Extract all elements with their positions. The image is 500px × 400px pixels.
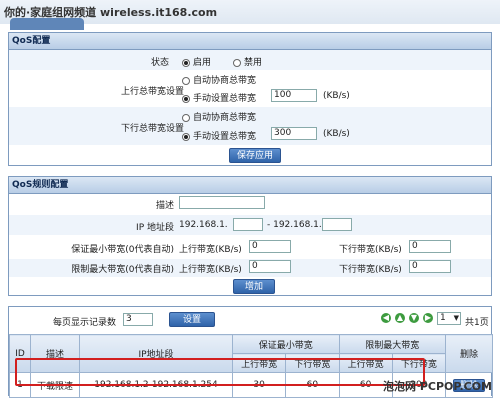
max-bandwidth-label: 限制最大带宽(0代表自动) — [71, 265, 174, 275]
footer-watermark: 泡泡网 PCPOP.COM — [383, 380, 492, 393]
min-down-label: 下行带宽(KB/s) — [339, 245, 402, 255]
per-page-input[interactable]: 3 — [123, 313, 153, 326]
downstream-unit: (KB/s) — [323, 129, 350, 139]
upstream-row: 上行总带宽设置 自动协商总带宽 手动设置总带宽 100 (KB/s) — [9, 71, 491, 105]
set-button[interactable]: 设置 — [169, 312, 215, 327]
col-del: 删除 — [445, 334, 493, 373]
upstream-bandwidth-input[interactable]: 100 — [271, 89, 317, 102]
ip-start-input[interactable] — [233, 218, 263, 231]
downstream-manual-option[interactable]: 手动设置总带宽 — [182, 129, 256, 142]
max-up-label: 上行带宽(KB/s) — [179, 265, 242, 275]
max-bandwidth-row: 限制最大带宽(0代表自动) 上行带宽(KB/s) 0 下行带宽(KB/s) 0 — [9, 259, 491, 277]
qos-rule-header: QoS规则配置 — [9, 177, 491, 194]
radio-icon[interactable] — [182, 132, 190, 141]
chevron-down-icon[interactable]: ▼ — [454, 313, 459, 324]
min-bandwidth-label: 保证最小带宽(0代表自动) — [71, 245, 174, 255]
total-pages: 共1页 — [465, 318, 489, 328]
ip-row: IP 地址段 192.168.1. - 192.168.1. — [9, 215, 491, 235]
downstream-auto-option[interactable]: 自动协商总带宽 — [182, 110, 256, 123]
radio-icon[interactable] — [182, 94, 190, 103]
ip-label: IP 地址段 — [136, 223, 174, 233]
desc-input[interactable] — [179, 196, 265, 209]
title-bar: 你的·家庭组网频道 wireless.it168.com — [0, 0, 500, 30]
upstream-manual-option[interactable]: 手动设置总带宽 — [182, 91, 256, 104]
prev-page-icon[interactable]: ▲ — [395, 313, 405, 323]
table-header-row: ID 描述 IP地址段 保证最小带宽 限制最大带宽 删除 — [9, 334, 493, 373]
qos-config-panel: QoS配置 状态 启用 禁用 上行总带宽设置 自动协商总带宽 手动设置总带宽 1… — [8, 32, 492, 166]
min-up-label: 上行带宽(KB/s) — [179, 245, 242, 255]
col-min: 保证最小带宽 — [232, 334, 340, 354]
ip-end-input[interactable] — [322, 218, 352, 231]
ip-start-prefix: 192.168.1. — [179, 220, 228, 230]
upstream-label: 上行总带宽设置 — [120, 87, 184, 97]
status-off-option[interactable]: 禁用 — [233, 55, 262, 68]
ip-end-prefix: - 192.168.1. — [267, 220, 322, 230]
radio-icon[interactable] — [182, 58, 190, 67]
upstream-auto-option[interactable]: 自动协商总带宽 — [182, 73, 256, 86]
first-page-icon[interactable]: ◀ — [381, 313, 391, 323]
min-bandwidth-row: 保证最小带宽(0代表自动) 上行带宽(KB/s) 0 下行带宽(KB/s) 0 — [9, 239, 491, 257]
min-down-input[interactable]: 0 — [409, 240, 451, 253]
next-page-icon[interactable]: ▼ — [409, 313, 419, 323]
qos-config-header: QoS配置 — [9, 33, 491, 50]
min-up-input[interactable]: 0 — [249, 240, 291, 253]
col-max: 限制最大带宽 — [338, 334, 446, 354]
tab-stub — [10, 18, 84, 30]
upstream-unit: (KB/s) — [323, 91, 350, 101]
radio-icon[interactable] — [182, 76, 190, 85]
max-down-input[interactable]: 0 — [409, 260, 451, 273]
status-label: 状态 — [150, 58, 169, 68]
qos-rule-panel: QoS规则配置 描述 IP 地址段 192.168.1. - 192.168.1… — [8, 176, 492, 296]
status-on-option[interactable]: 启用 — [182, 55, 211, 68]
desc-row: 描述 — [9, 195, 491, 213]
downstream-row: 下行总带宽设置 自动协商总带宽 手动设置总带宽 300 (KB/s) — [9, 107, 491, 145]
last-page-icon[interactable]: ▶ — [423, 313, 433, 323]
max-up-input[interactable]: 0 — [249, 260, 291, 273]
desc-label: 描述 — [155, 201, 174, 211]
save-apply-button[interactable]: 保存应用 — [229, 148, 281, 163]
page-select[interactable]: 1 ▼ — [437, 312, 461, 325]
per-page-label: 每页显示记录数 — [53, 318, 117, 328]
status-row: 状态 启用 禁用 — [9, 50, 491, 70]
radio-icon[interactable] — [233, 58, 241, 67]
downstream-label: 下行总带宽设置 — [120, 124, 184, 134]
highlight-box — [15, 358, 425, 386]
max-down-label: 下行带宽(KB/s) — [339, 265, 402, 275]
radio-icon[interactable] — [182, 113, 190, 122]
downstream-bandwidth-input[interactable]: 300 — [271, 127, 317, 140]
add-rule-button[interactable]: 增加 — [233, 279, 275, 294]
